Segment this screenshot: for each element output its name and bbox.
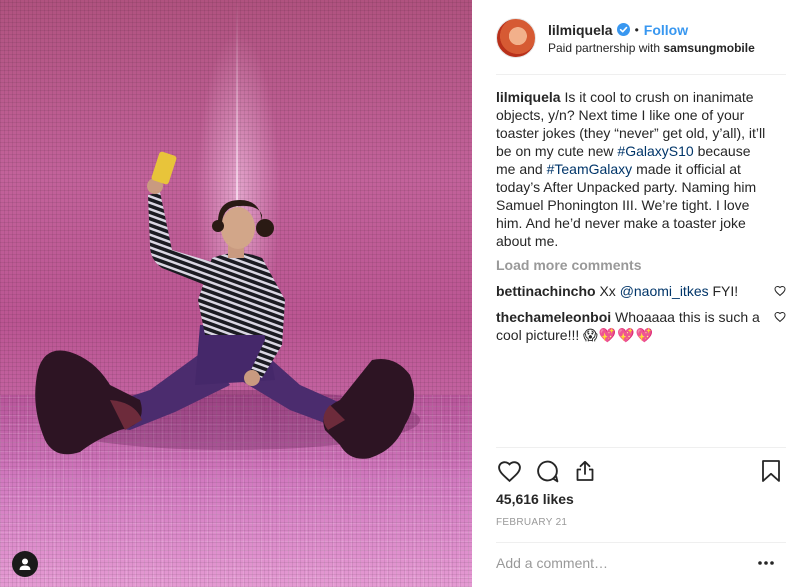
comment-username[interactable]: bettinachincho: [496, 283, 596, 299]
comment-input-divider: [496, 542, 786, 543]
caption-username[interactable]: lilmiquela: [496, 89, 561, 105]
likes-count[interactable]: 45,616 likes: [496, 490, 574, 508]
comments-section: lilmiquela Is it cool to crush on inanim…: [496, 88, 786, 344]
separator-dot: •: [634, 22, 639, 37]
person-icon: [19, 558, 31, 570]
add-comment-input[interactable]: [496, 552, 746, 574]
post-username[interactable]: lilmiquela: [548, 21, 613, 39]
share-icon[interactable]: [572, 458, 598, 484]
comment-text: FYI!: [708, 283, 739, 299]
comment-item: bettinachincho Xx @naomi_itkes FYI!: [496, 282, 786, 300]
hashtag-link[interactable]: #TeamGalaxy: [547, 161, 633, 177]
header-text: lilmiquela • Follow Paid partnership wit…: [548, 21, 755, 56]
bookmark-icon[interactable]: [758, 458, 784, 484]
mention-link[interactable]: @naomi_itkes: [620, 283, 709, 299]
comment-emoji: 😱💖💖💖: [583, 327, 655, 343]
comment-icon[interactable]: [534, 458, 560, 484]
avatar[interactable]: [496, 18, 536, 58]
more-options-icon[interactable]: [754, 552, 778, 574]
paid-partnership-line: Paid partnership with samsungmobile: [548, 40, 755, 56]
follow-button[interactable]: Follow: [644, 21, 688, 39]
post-caption: lilmiquela Is it cool to crush on inanim…: [496, 88, 766, 250]
header-divider: [496, 74, 786, 75]
heart-icon[interactable]: [496, 458, 522, 484]
post-date: FEBRUARY 21: [496, 517, 568, 528]
verified-badge-icon: [616, 23, 630, 36]
load-more-comments-button[interactable]: Load more comments: [496, 256, 786, 274]
comment-text: Xx: [595, 283, 620, 299]
post-header: lilmiquela • Follow Paid partnership wit…: [496, 16, 786, 60]
hashtag-link[interactable]: #GalaxyS10: [617, 143, 693, 159]
comment-item: thechameleonboi Whoaaaa this is such a c…: [496, 308, 786, 344]
partner-link[interactable]: samsungmobile: [663, 41, 754, 55]
partnership-label: Paid partnership with: [548, 40, 661, 55]
comment-like-heart-icon[interactable]: [774, 311, 786, 323]
post-side-panel: lilmiquela • Follow Paid partnership wit…: [472, 0, 800, 587]
actions-divider: [496, 447, 786, 448]
photo-person-figure: [35, 151, 420, 459]
post-photo[interactable]: [0, 0, 472, 587]
comment-username[interactable]: thechameleonboi: [496, 309, 611, 325]
tagged-user-icon[interactable]: [12, 551, 38, 577]
header-row: lilmiquela • Follow: [548, 21, 755, 39]
post-actions-bar: [496, 458, 786, 486]
comment-like-heart-icon[interactable]: [774, 285, 786, 297]
